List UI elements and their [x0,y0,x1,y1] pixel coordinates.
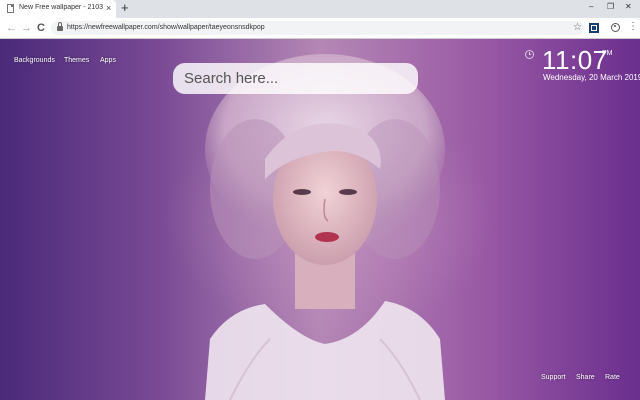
browser-tab[interactable]: New Free wallpaper - 21032019 × [0,0,116,18]
wallpaper-page: Backgrounds Themes Apps 11:07 PM Wednesd… [0,39,640,400]
page-icon [7,4,14,13]
themes-link[interactable]: Themes [64,57,89,64]
apps-link[interactable]: Apps [100,57,116,64]
url-text[interactable]: https://newfreewallpaper.com/show/wallpa… [67,24,265,31]
extension-icon[interactable] [589,23,599,33]
search-box[interactable] [173,63,418,94]
search-input[interactable] [184,68,404,89]
forward-icon[interactable]: → [21,22,32,34]
browser-toolbar: ← → C https://newfreewallpaper.com/show/… [0,18,640,39]
tab-close-icon[interactable]: × [106,2,111,14]
new-tab-button[interactable]: + [121,1,129,15]
back-icon[interactable]: ← [6,22,17,34]
tab-strip: New Free wallpaper - 21032019 × + – ❐ ✕ [0,0,640,18]
tab-title: New Free wallpaper - 21032019 [19,4,103,11]
minimize-icon[interactable]: – [589,2,593,12]
bookmark-star-icon[interactable]: ☆ [573,21,582,35]
clock-icon[interactable] [525,50,534,59]
profile-icon[interactable] [611,23,620,32]
clock-ampm: PM [602,50,613,57]
support-link[interactable]: Support [541,374,566,381]
close-window-icon[interactable]: ✕ [625,2,632,12]
rate-link[interactable]: Rate [605,374,620,381]
backgrounds-link[interactable]: Backgrounds [14,57,55,64]
clock-date: Wednesday, 20 March 2019 [543,73,640,82]
clock-time: 11:07 [542,45,608,75]
lock-icon [57,22,63,31]
menu-icon[interactable]: ⋮ [628,21,638,33]
share-link[interactable]: Share [576,374,595,381]
reload-icon[interactable]: C [37,22,45,34]
address-bar[interactable]: https://newfreewallpaper.com/show/wallpa… [51,21,584,35]
restore-icon[interactable]: ❐ [607,2,614,12]
